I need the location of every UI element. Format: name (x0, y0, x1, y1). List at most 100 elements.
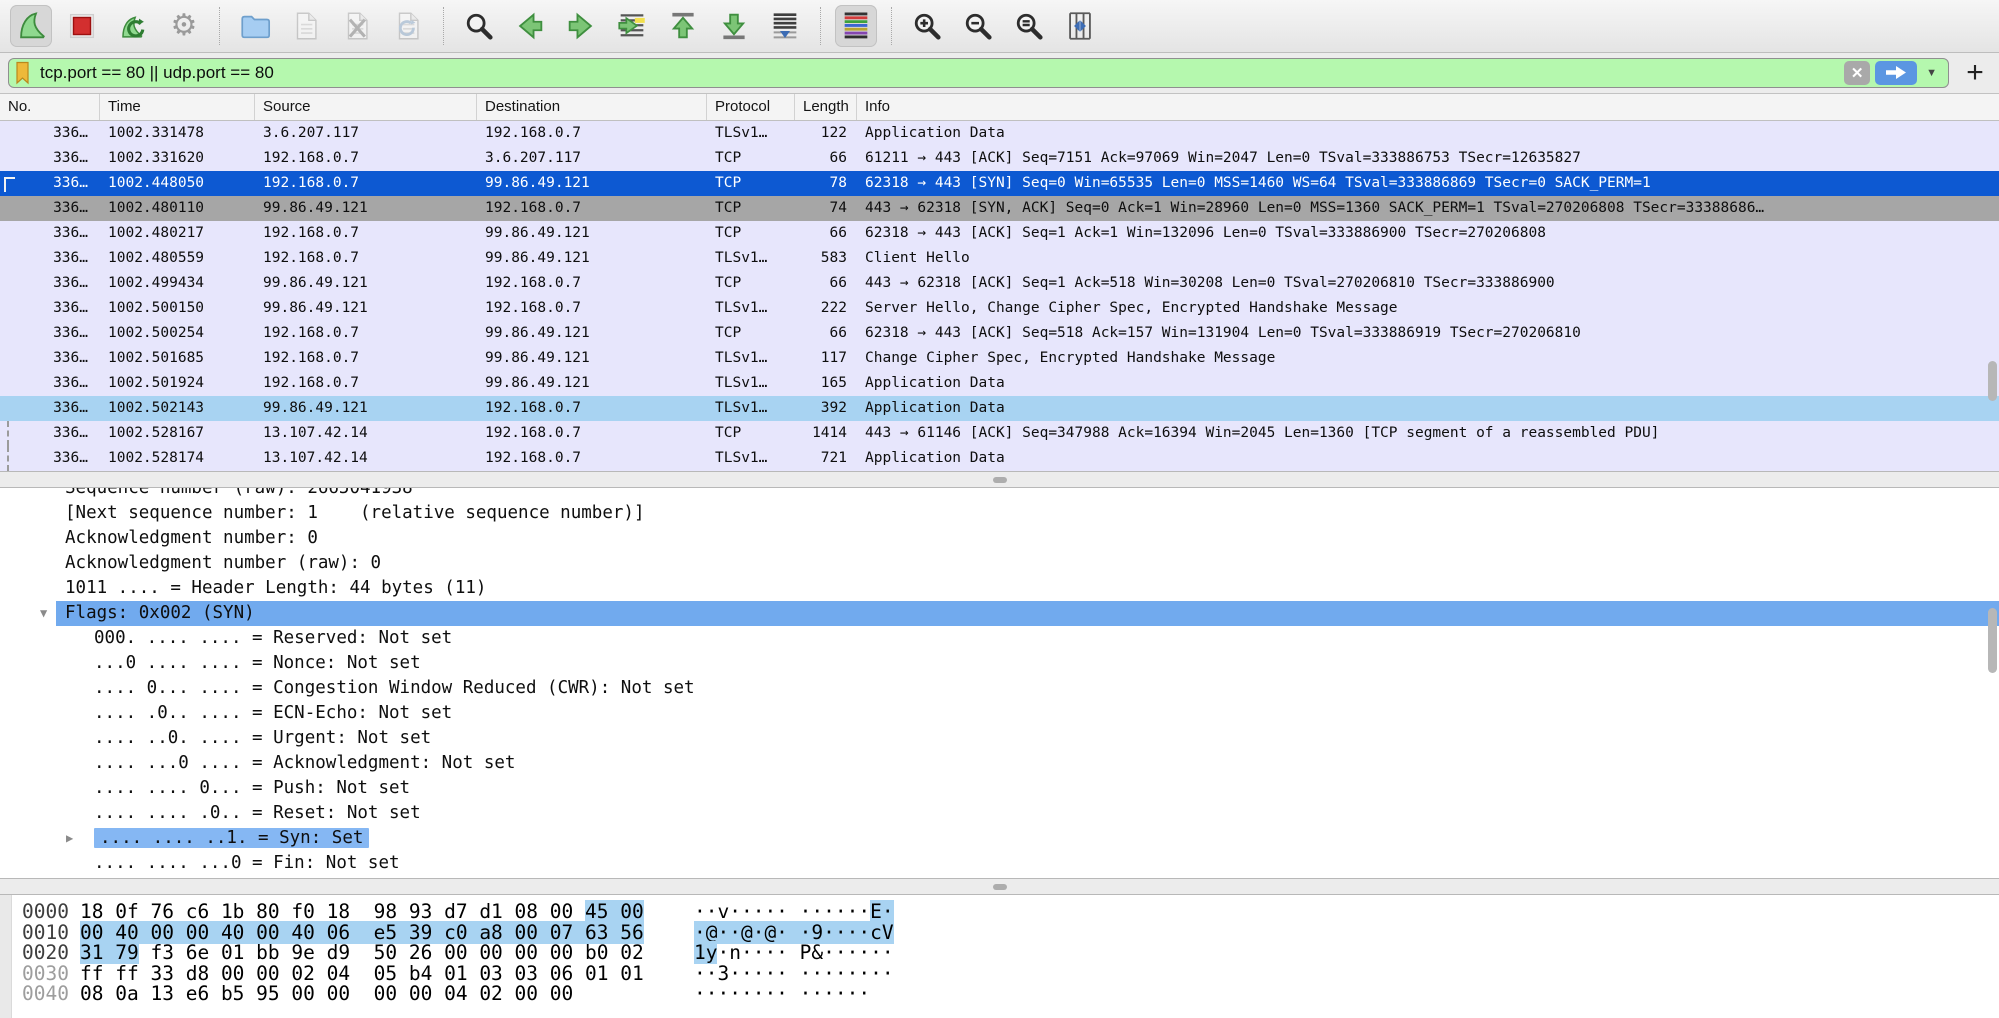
hex-ascii[interactable]: ·@··@·@· ·9····cV (694, 923, 894, 944)
packet-row[interactable]: 336…1002.3314783.6.207.117192.168.0.7TLS… (0, 121, 1999, 146)
cell-no: 336… (0, 371, 100, 396)
packet-row[interactable]: 336…1002.52817413.107.42.14192.168.0.7TL… (0, 446, 1999, 471)
column-header-destination[interactable]: Destination (477, 94, 707, 120)
cell-source: 192.168.0.7 (255, 146, 477, 171)
cell-no: 336… (0, 346, 100, 371)
cell-length: 222 (795, 296, 857, 321)
expander-closed-icon[interactable]: ▶ (66, 826, 73, 851)
hex-ascii[interactable]: ··v····· ······E· (694, 902, 894, 923)
detail-line[interactable]: .... ..0. .... = Urgent: Not set (0, 726, 1999, 751)
filter-bar: tcp.port == 80 || udp.port == 80 ✕ ▼ + (0, 53, 1999, 94)
detail-line[interactable]: .... .0.. .... = ECN-Echo: Not set (0, 701, 1999, 726)
pane-splitter-upper[interactable] (0, 471, 1999, 488)
packet-row[interactable]: 336…1002.331620192.168.0.73.6.207.117TCP… (0, 146, 1999, 171)
filter-clear-button[interactable]: ✕ (1844, 61, 1870, 85)
resize-columns-button[interactable] (1059, 5, 1101, 47)
detail-line[interactable]: .... .... .0.. = Reset: Not set (0, 801, 1999, 826)
details-scrollbar-thumb[interactable] (1988, 608, 1997, 673)
packet-row[interactable]: 336…1002.50015099.86.49.121192.168.0.7TL… (0, 296, 1999, 321)
filter-apply-button[interactable] (1875, 61, 1917, 85)
start-capture-button[interactable] (10, 5, 52, 47)
cell-source: 192.168.0.7 (255, 171, 477, 196)
colorize-button[interactable] (835, 5, 877, 47)
hex-ascii[interactable]: ··3····· ········ (694, 964, 894, 985)
hex-ascii[interactable]: ········ ······ (694, 984, 870, 1005)
detail-line[interactable]: .... .... ...0 = Fin: Not set (0, 851, 1999, 876)
packet-row[interactable]: 336…1002.480217192.168.0.799.86.49.121TC… (0, 221, 1999, 246)
packet-row[interactable]: 336…1002.49943499.86.49.121192.168.0.7TC… (0, 271, 1999, 296)
packet-row[interactable]: 336…1002.48011099.86.49.121192.168.0.7TC… (0, 196, 1999, 221)
detail-line[interactable]: Acknowledgment number (raw): 0 (0, 551, 1999, 576)
expander-open-icon[interactable]: ▼ (40, 601, 47, 626)
cell-destination: 3.6.207.117 (477, 146, 707, 171)
filter-add-button[interactable]: + (1961, 59, 1989, 87)
previous-packet-button[interactable] (509, 5, 551, 47)
open-file-button[interactable] (234, 5, 276, 47)
detail-line[interactable]: .... .... 0... = Push: Not set (0, 776, 1999, 801)
cell-protocol: TLSv1… (707, 396, 795, 421)
zoom-out-button[interactable] (957, 5, 999, 47)
packet-row[interactable]: 336…1002.448050192.168.0.799.86.49.121TC… (0, 171, 1999, 196)
packet-list-scrollbar-thumb[interactable] (1988, 361, 1997, 401)
cell-destination: 99.86.49.121 (477, 221, 707, 246)
detail-line[interactable]: ▼Flags: 0x002 (SYN) (56, 601, 1999, 626)
toolbar-separator (219, 7, 220, 45)
filter-dropdown-caret[interactable]: ▼ (1926, 67, 1937, 79)
detail-line[interactable]: .... ...0 .... = Acknowledgment: Not set (0, 751, 1999, 776)
filter-bookmark-icon[interactable] (14, 61, 31, 85)
related-packet-line (7, 446, 9, 471)
next-packet-button[interactable] (560, 5, 602, 47)
detail-line[interactable]: Acknowledgment number: 0 (0, 526, 1999, 551)
zoom-100-button[interactable] (1008, 5, 1050, 47)
detail-line[interactable]: .... 0... .... = Congestion Window Reduc… (0, 676, 1999, 701)
detail-line[interactable]: ...0 .... .... = Nonce: Not set (0, 651, 1999, 676)
display-filter-input[interactable]: tcp.port == 80 || udp.port == 80 (40, 63, 1844, 83)
cell-time: 1002.331478 (100, 121, 255, 146)
packet-row[interactable]: 336…1002.500254192.168.0.799.86.49.121TC… (0, 321, 1999, 346)
hex-bytes[interactable]: ff ff 33 d8 00 00 02 04 05 b4 01 03 03 0… (80, 964, 694, 985)
cell-destination: 192.168.0.7 (477, 121, 707, 146)
hex-bytes[interactable]: 31 79 f3 6e 01 bb 9e d9 50 26 00 00 00 0… (80, 943, 694, 964)
last-packet-button[interactable] (713, 5, 755, 47)
wireshark-window: ⚙ tcp.port == 80 || udp.port == 80 ✕ ▼ +… (0, 0, 1999, 1018)
detail-line[interactable]: [Next sequence number: 1 (relative seque… (0, 501, 1999, 526)
packet-row[interactable]: 336…1002.501924192.168.0.799.86.49.121TL… (0, 371, 1999, 396)
cell-length: 1414 (795, 421, 857, 446)
detail-line[interactable]: 000. .... .... = Reserved: Not set (0, 626, 1999, 651)
first-packet-button[interactable] (662, 5, 704, 47)
cell-destination: 192.168.0.7 (477, 446, 707, 471)
hex-bytes[interactable]: 08 0a 13 e6 b5 95 00 00 00 00 04 02 00 0… (80, 984, 694, 1005)
packet-row[interactable]: 336…1002.480559192.168.0.799.86.49.121TL… (0, 246, 1999, 271)
cell-protocol: TLSv1… (707, 371, 795, 396)
find-packet-button[interactable] (458, 5, 500, 47)
detail-line[interactable]: ▶.... .... ..1. = Syn: Set (0, 826, 1999, 851)
cell-time: 1002.480110 (100, 196, 255, 221)
capture-options-button[interactable]: ⚙ (163, 5, 205, 47)
packet-row[interactable]: 336…1002.501685192.168.0.799.86.49.121TL… (0, 346, 1999, 371)
auto-scroll-button[interactable] (764, 5, 806, 47)
cell-destination: 99.86.49.121 (477, 371, 707, 396)
packet-row[interactable]: 336…1002.52816713.107.42.14192.168.0.7TC… (0, 421, 1999, 446)
hex-bytes[interactable]: 00 40 00 00 40 00 40 06 e5 39 c0 a8 00 0… (80, 923, 694, 944)
hex-offset: 0040 (22, 984, 80, 1005)
stop-capture-button[interactable] (61, 5, 103, 47)
detail-line[interactable]: 1011 .... = Header Length: 44 bytes (11) (0, 576, 1999, 601)
go-to-packet-button[interactable] (611, 5, 653, 47)
hex-bytes[interactable]: 18 0f 76 c6 1b 80 f0 18 98 93 d7 d1 08 0… (80, 902, 694, 923)
column-header-info[interactable]: Info (857, 94, 1999, 120)
restart-capture-icon (116, 9, 150, 43)
column-header-length[interactable]: Length (795, 94, 857, 120)
cell-protocol: TLSv1… (707, 446, 795, 471)
packet-row[interactable]: 336…1002.50214399.86.49.121192.168.0.7TL… (0, 396, 1999, 421)
column-header-time[interactable]: Time (100, 94, 255, 120)
detail-line[interactable]: Sequence number (raw): 2665041938 (0, 488, 1999, 501)
display-filter-field[interactable]: tcp.port == 80 || udp.port == 80 ✕ ▼ (8, 58, 1949, 88)
column-header-no[interactable]: No. (0, 94, 100, 120)
pane-splitter-lower[interactable] (0, 878, 1999, 895)
hex-ascii[interactable]: 1y·n···· P&······ (694, 943, 894, 964)
zoom-in-button[interactable] (906, 5, 948, 47)
restart-capture-button[interactable] (112, 5, 154, 47)
cell-info: Application Data (857, 371, 1999, 396)
column-header-source[interactable]: Source (255, 94, 477, 120)
column-header-protocol[interactable]: Protocol (707, 94, 795, 120)
